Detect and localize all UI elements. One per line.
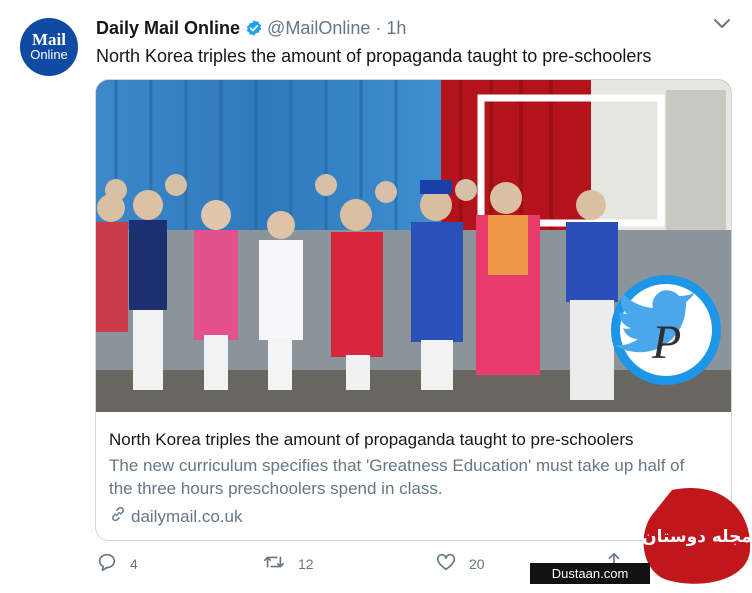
card-domain: dailymail.co.uk <box>131 507 243 526</box>
retweet-count: 12 <box>298 555 314 572</box>
avatar-mail-text: Mail <box>32 30 66 49</box>
retweet-icon <box>262 551 286 576</box>
retweet-button[interactable]: 12 <box>262 551 314 576</box>
watermark-arabic-text: مجله دوستان <box>642 527 752 547</box>
card-photo-children-performance[interactable]: P <box>96 80 731 412</box>
more-options-chevron-down-icon[interactable] <box>712 17 732 36</box>
overlay-logo-letter: P <box>651 316 681 369</box>
avatar-online-text: Online <box>30 47 68 62</box>
card-link[interactable]: dailymail.co.uk <box>109 505 243 529</box>
link-icon <box>109 505 127 529</box>
reply-count: 4 <box>130 555 138 572</box>
link-card[interactable]: P North Korea triples the amount of prop… <box>95 79 732 541</box>
card-description: The new curriculum specifies that 'Great… <box>109 456 685 498</box>
like-count: 20 <box>469 555 485 572</box>
like-button[interactable]: 20 <box>435 551 485 576</box>
tweet-timestamp[interactable]: 1h <box>386 18 406 38</box>
author-name[interactable]: Daily Mail Online <box>96 18 240 38</box>
card-title: North Korea triples the amount of propag… <box>109 430 634 449</box>
reply-button[interactable]: 4 <box>96 551 138 576</box>
author-handle[interactable]: @MailOnline <box>267 18 370 38</box>
mail-online-avatar[interactable]: Mail Online <box>20 18 78 76</box>
reply-icon <box>96 551 118 576</box>
overlay-twitter-bird-icon: P <box>611 275 721 385</box>
tweet-header: Daily Mail Online @MailOnline · 1h <box>96 17 406 42</box>
verified-badge-icon <box>245 19 263 42</box>
watermark-logo: مجله دوستان <box>642 480 752 588</box>
tweet-text: North Korea triples the amount of propag… <box>96 46 652 66</box>
watermark-site: Dustaan.com <box>530 563 650 584</box>
heart-icon <box>435 551 457 576</box>
separator-dot: · <box>375 18 382 38</box>
